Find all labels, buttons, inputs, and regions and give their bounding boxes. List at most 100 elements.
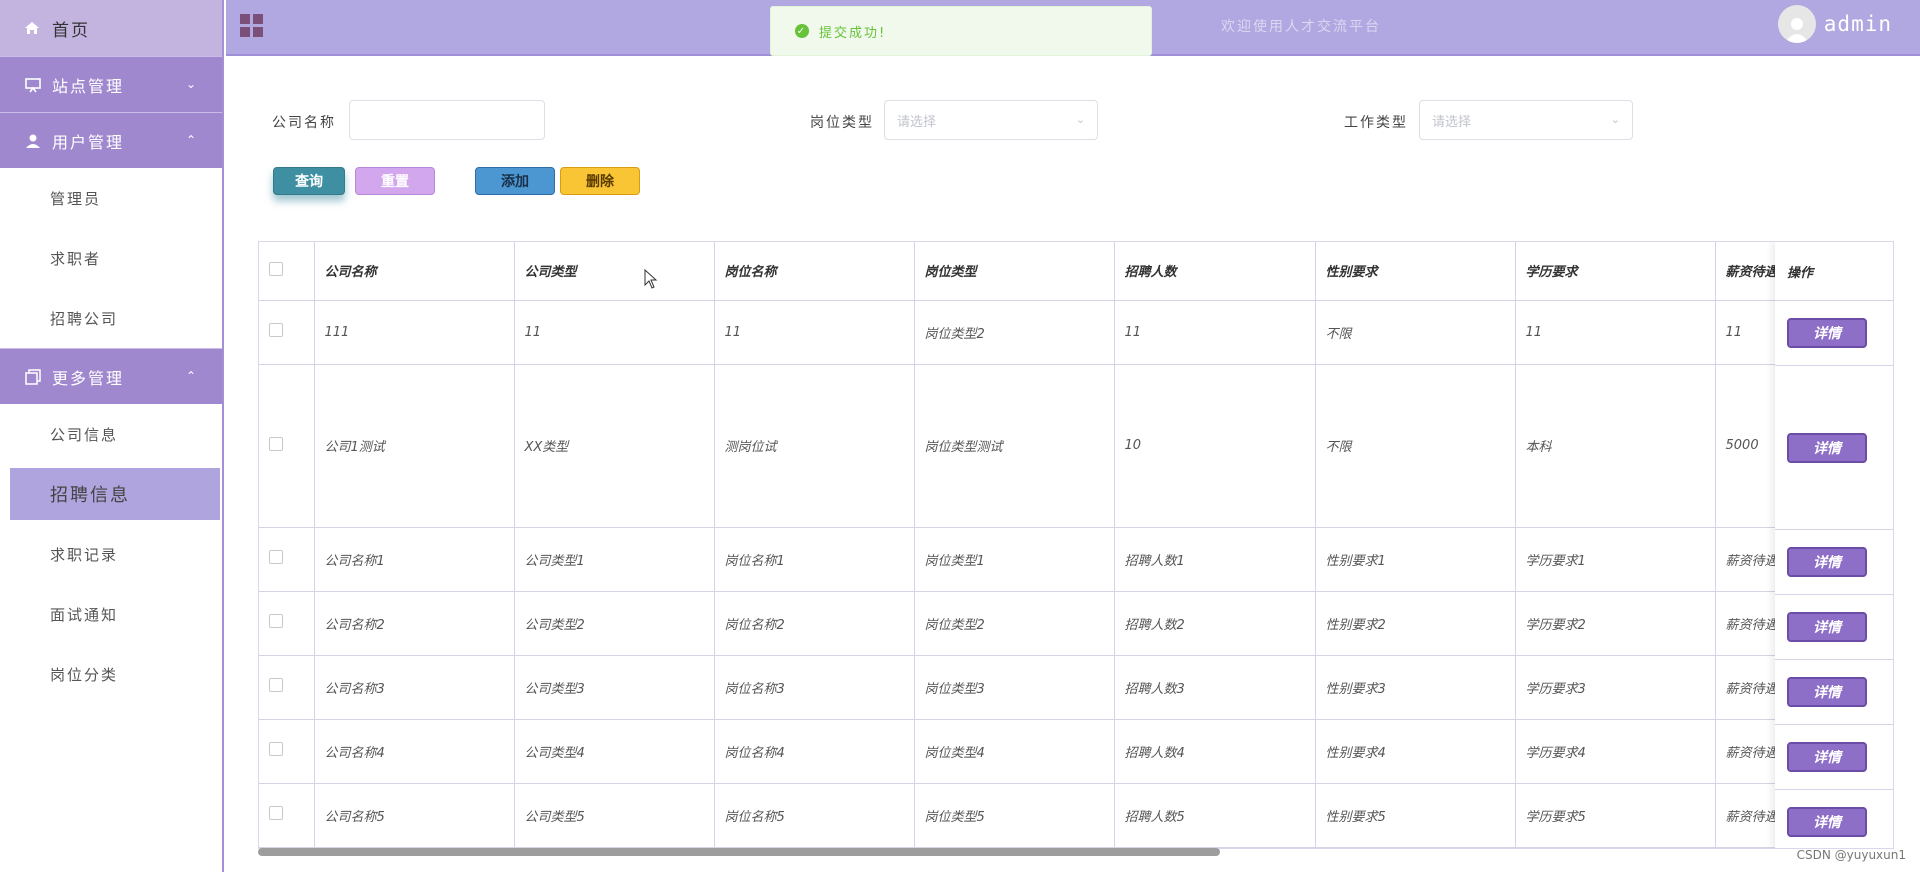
sidebar-group-site[interactable]: 站点管理 ⌄ xyxy=(0,56,222,112)
detail-button[interactable]: 详情 xyxy=(1787,432,1867,463)
sidebar-group-label: 更多管理 xyxy=(52,368,125,388)
operation-column: 操作 详情 详情 详情 详情 详情 详情 详情 xyxy=(1775,242,1893,848)
horizontal-scrollbar[interactable] xyxy=(258,848,1220,856)
table-cell: 学历要求1 xyxy=(1515,527,1716,592)
check-circle-icon: ✓ xyxy=(795,24,809,38)
table-cell: 招聘人数5 xyxy=(1114,783,1316,848)
table-cell: 本科 xyxy=(1515,364,1716,528)
company-name-label: 公司名称 xyxy=(272,115,336,131)
row-checkbox[interactable] xyxy=(269,614,283,628)
select-all-checkbox[interactable] xyxy=(269,261,283,276)
sidebar-item-home[interactable]: 首页 xyxy=(0,0,222,56)
chevron-up-icon: ⌃ xyxy=(185,369,198,383)
table-cell: 性别要求5 xyxy=(1315,783,1516,848)
sidebar-item-label: 管理员 xyxy=(50,189,102,208)
row-select-cell[interactable] xyxy=(259,783,315,848)
table-cell: 性别要求1 xyxy=(1315,527,1516,592)
detail-button[interactable]: 详情 xyxy=(1787,677,1867,707)
column-header: 公司名称 xyxy=(314,242,515,301)
sidebar-item-recruit-info[interactable]: 招聘信息 xyxy=(10,468,220,520)
delete-button[interactable]: 删除 xyxy=(560,167,640,195)
query-button[interactable]: 查询 xyxy=(273,167,345,195)
sidebar-item-label: 招聘公司 xyxy=(50,309,119,328)
grid-icon[interactable] xyxy=(240,14,264,38)
sidebar-item-label: 面试通知 xyxy=(50,605,119,624)
table-cell: 岗位类型2 xyxy=(914,591,1115,656)
sidebar-group-user[interactable]: 用户管理 ⌃ xyxy=(0,112,222,168)
table-cell: 不限 xyxy=(1315,364,1516,528)
row-select-cell[interactable] xyxy=(259,591,315,656)
table-cell: 11 xyxy=(714,300,915,365)
table-cell: 岗位类型4 xyxy=(914,719,1115,784)
reset-button[interactable]: 重置 xyxy=(355,167,435,195)
table-cell: 岗位名称4 xyxy=(714,719,915,784)
table-row: 公司名称4 公司类型4 岗位名称4 岗位类型4 招聘人数4 性别要求4 学历要求4 薪资待遇4 xyxy=(259,719,1893,784)
table-cell: 岗位类型3 xyxy=(914,655,1115,720)
detail-button[interactable]: 详情 xyxy=(1787,612,1867,642)
table-cell: 不限 xyxy=(1315,300,1516,365)
column-header: 性别要求 xyxy=(1315,242,1516,301)
sidebar-item-recruiter[interactable]: 招聘公司 xyxy=(0,288,222,348)
table-cell: 岗位名称5 xyxy=(714,783,915,848)
watermark: CSDN @yuyuxun1 xyxy=(1796,848,1906,862)
sidebar-item-label: 求职者 xyxy=(50,249,102,268)
table-row: 公司名称5 公司类型5 岗位名称5 岗位类型5 招聘人数5 性别要求5 学历要求5 薪资待遇5 xyxy=(259,783,1893,848)
table-cell: 公司名称1 xyxy=(314,527,515,592)
table-cell: 岗位类型5 xyxy=(914,783,1115,848)
add-button[interactable]: 添加 xyxy=(475,167,555,195)
sidebar-item-company-info[interactable]: 公司信息 xyxy=(0,404,222,464)
username: admin xyxy=(1823,12,1892,36)
detail-button[interactable]: 详情 xyxy=(1787,547,1867,577)
detail-button[interactable]: 详情 xyxy=(1787,742,1867,772)
row-checkbox[interactable] xyxy=(269,436,283,451)
copy-icon xyxy=(25,368,41,385)
row-select-cell[interactable] xyxy=(259,527,315,592)
row-checkbox[interactable] xyxy=(269,806,283,820)
column-header: 岗位名称 xyxy=(714,242,915,301)
sidebar-group-label: 用户管理 xyxy=(52,132,125,152)
table-cell: 11 xyxy=(1114,300,1316,365)
sidebar-item-admin[interactable]: 管理员 xyxy=(0,168,222,228)
table-cell: 公司1测试 xyxy=(314,364,515,528)
row-select-cell[interactable] xyxy=(259,300,315,365)
user-menu[interactable]: admin xyxy=(1777,5,1892,43)
table-header-row: 公司名称 公司类型 岗位名称 岗位类型 招聘人数 性别要求 学历要求 薪资待遇 xyxy=(259,242,1893,301)
detail-button[interactable]: 详情 xyxy=(1787,807,1867,837)
table-cell: 性别要求3 xyxy=(1315,655,1516,720)
job-type-select[interactable]: 请选择 ⌄ xyxy=(884,100,1098,140)
welcome-text: 欢迎使用人才交流平台 xyxy=(1221,19,1381,35)
select-all-cell[interactable] xyxy=(259,242,315,301)
row-select-cell[interactable] xyxy=(259,655,315,720)
table-cell: 性别要求4 xyxy=(1315,719,1516,784)
sidebar-group-more[interactable]: 更多管理 ⌃ xyxy=(0,348,222,404)
table-cell: 招聘人数4 xyxy=(1114,719,1316,784)
table-cell: 岗位名称1 xyxy=(714,527,915,592)
sidebar-item-apply-records[interactable]: 求职记录 xyxy=(0,524,222,584)
chevron-down-icon: ⌄ xyxy=(1610,113,1620,126)
user-icon xyxy=(26,134,40,148)
table-cell: 公司类型4 xyxy=(514,719,715,784)
sidebar-item-job-category[interactable]: 岗位分类 xyxy=(0,644,222,704)
table-cell: 公司名称3 xyxy=(314,655,515,720)
row-checkbox[interactable] xyxy=(269,678,283,692)
detail-button[interactable]: 详情 xyxy=(1787,318,1867,348)
chevron-down-icon: ⌄ xyxy=(1075,113,1085,126)
column-header: 招聘人数 xyxy=(1114,242,1316,301)
row-checkbox[interactable] xyxy=(269,742,283,756)
sidebar-item-label: 公司信息 xyxy=(50,425,119,444)
company-name-input[interactable] xyxy=(349,100,545,140)
sidebar-item-label: 招聘信息 xyxy=(50,485,130,506)
job-type-label: 岗位类型 xyxy=(810,115,874,131)
table-cell: 性别要求2 xyxy=(1315,591,1516,656)
row-select-cell[interactable] xyxy=(259,364,315,528)
sidebar-item-jobseeker[interactable]: 求职者 xyxy=(0,228,222,288)
row-checkbox[interactable] xyxy=(269,323,283,337)
operation-cell: 详情 xyxy=(1775,790,1893,848)
work-type-select[interactable]: 请选择 ⌄ xyxy=(1419,100,1633,140)
row-select-cell[interactable] xyxy=(259,719,315,784)
table-cell: 学历要求4 xyxy=(1515,719,1716,784)
row-checkbox[interactable] xyxy=(269,550,283,564)
sidebar-item-label: 岗位分类 xyxy=(50,665,119,684)
sidebar-item-interview[interactable]: 面试通知 xyxy=(0,584,222,644)
success-toast: ✓ 提交成功! xyxy=(770,6,1152,56)
